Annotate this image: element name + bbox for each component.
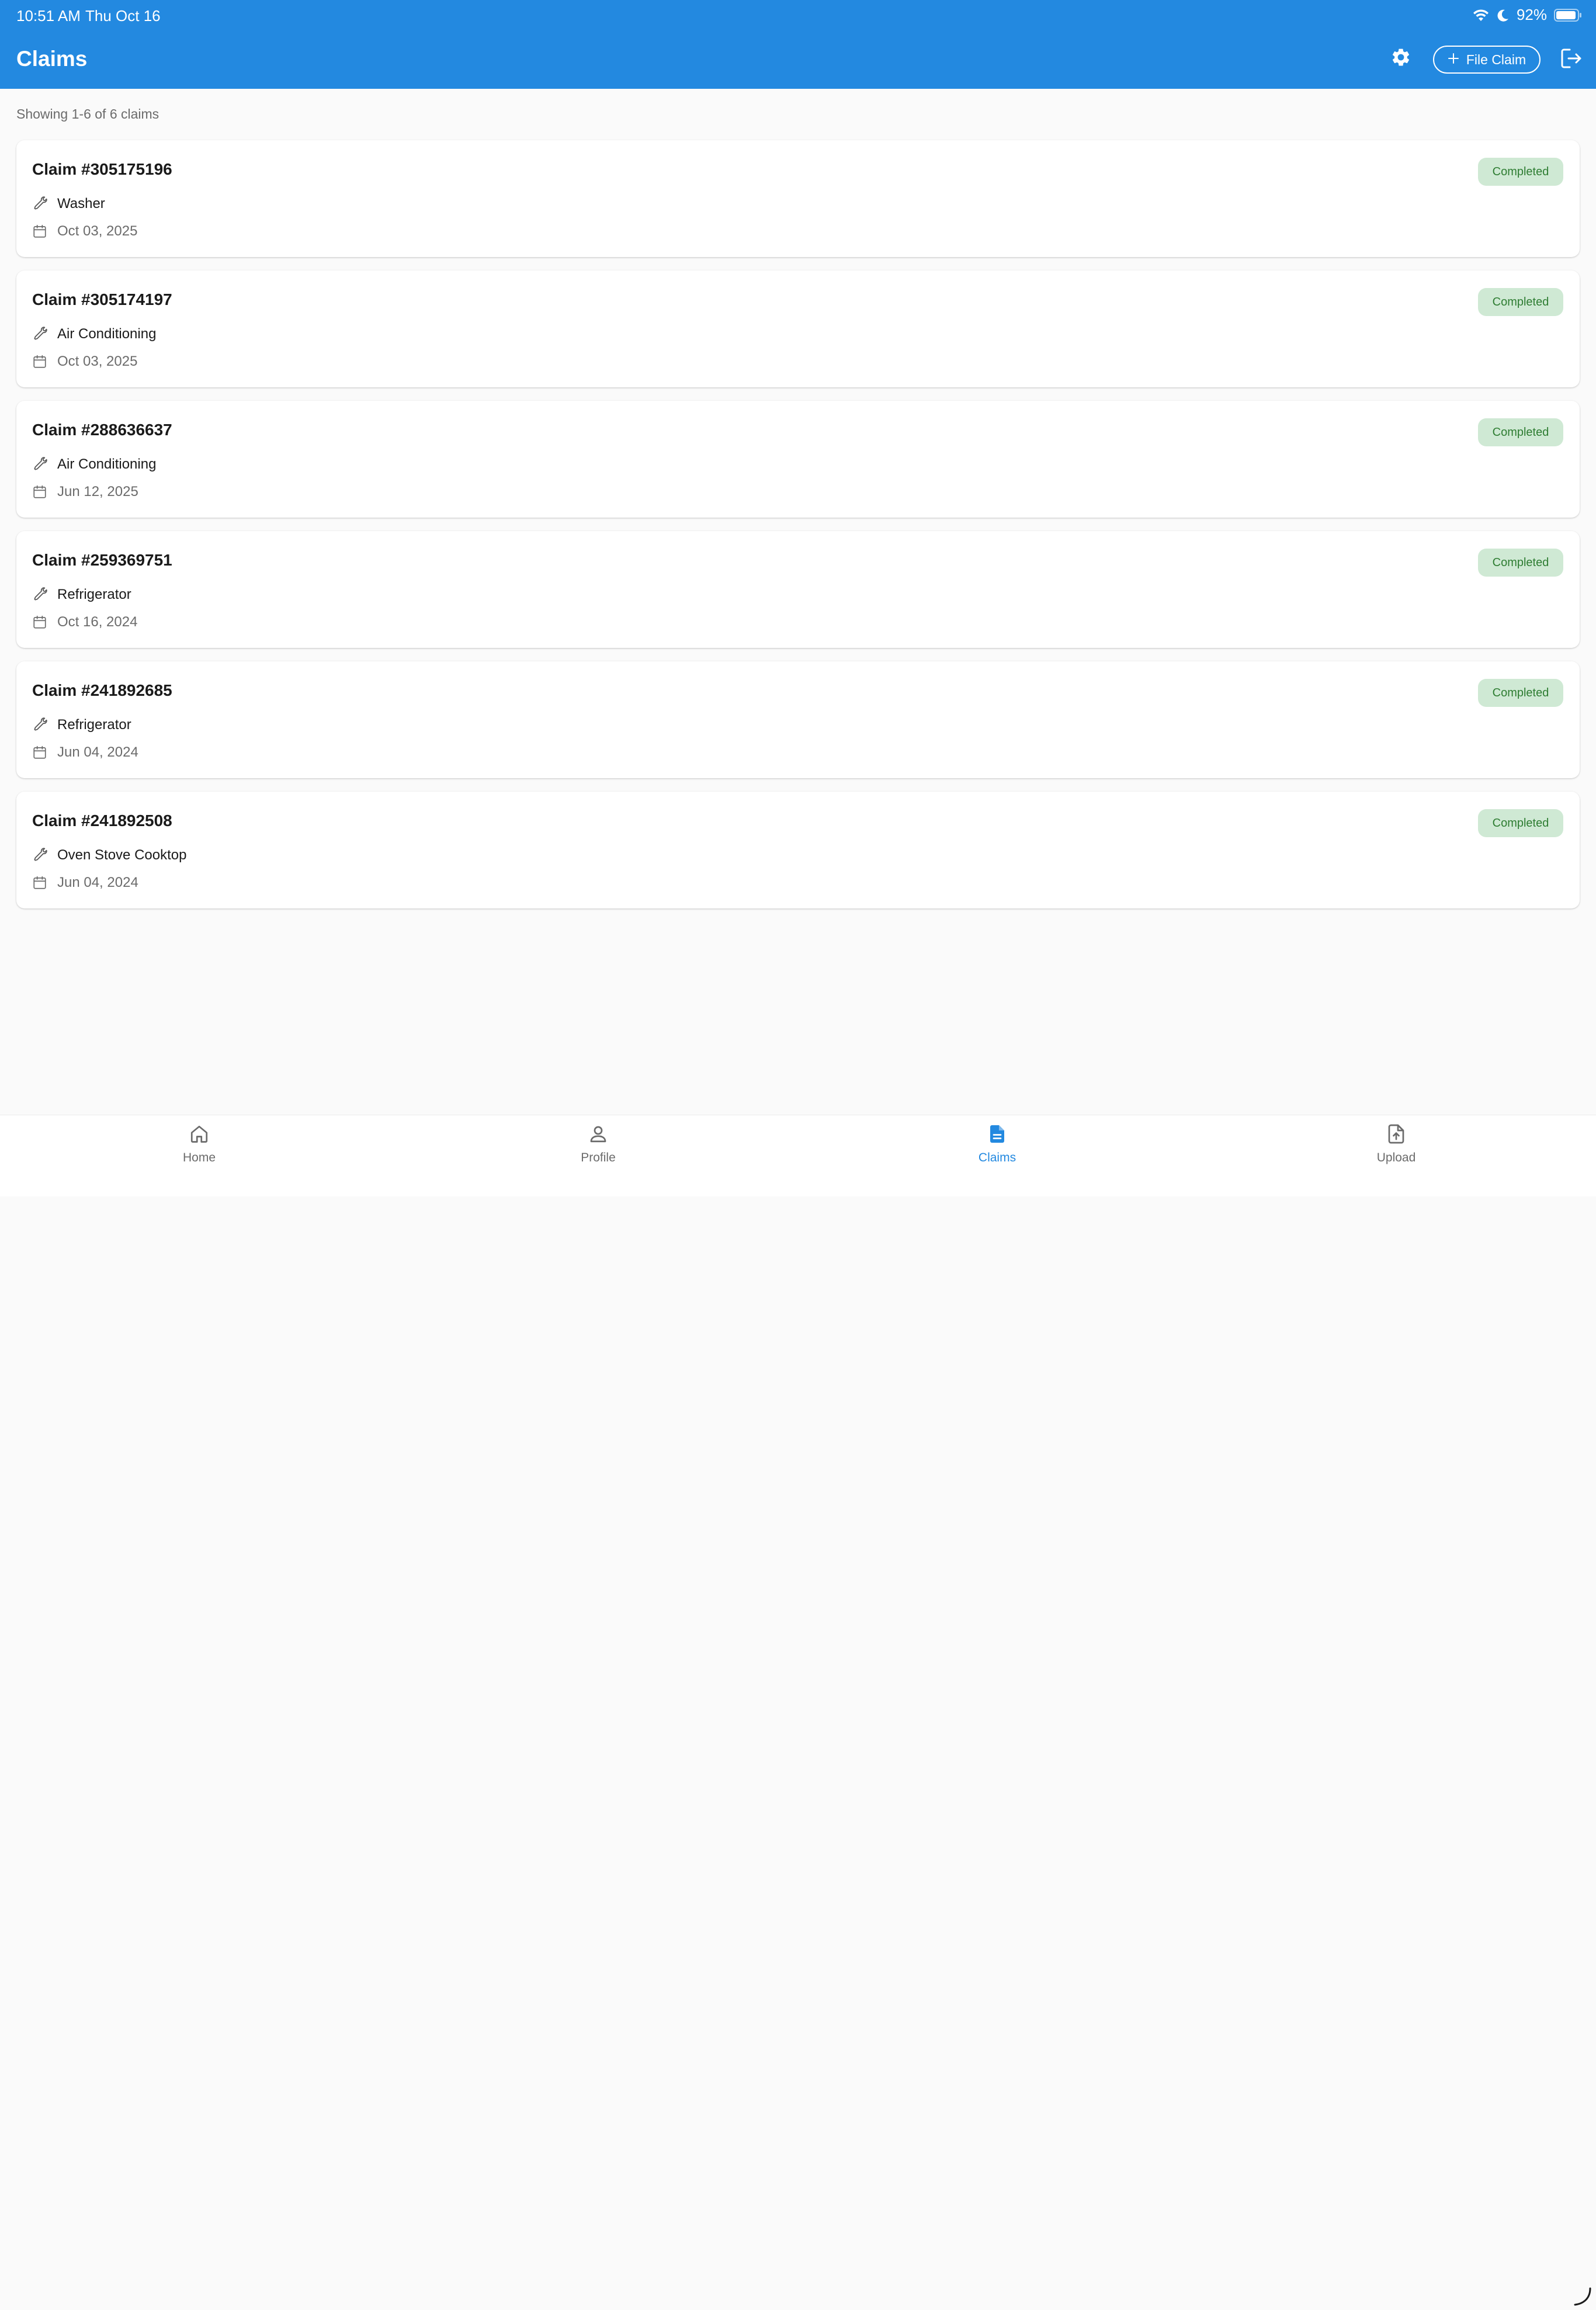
claim-card[interactable]: Claim #259369751 Refrigerator Oct 16, 20…	[16, 531, 1580, 648]
wrench-icon	[32, 327, 47, 342]
plus-icon	[1448, 52, 1459, 68]
logout-button[interactable]	[1559, 48, 1584, 71]
calendar-icon	[32, 875, 47, 890]
claim-appliance: Air Conditioning	[57, 326, 157, 342]
nav-label-home: Home	[182, 1151, 216, 1164]
claim-date: Oct 03, 2025	[57, 223, 138, 239]
claim-card[interactable]: Claim #241892508 Oven Stove Cooktop Jun …	[16, 792, 1580, 908]
battery-icon	[1554, 8, 1582, 22]
claim-number: Claim #241892508	[32, 811, 172, 830]
claim-date: Jun 04, 2024	[57, 875, 138, 890]
file-claim-button[interactable]: File Claim	[1433, 46, 1541, 74]
status-date: Thu Oct 16	[85, 7, 161, 25]
claim-date-row: Jun 04, 2024	[32, 744, 138, 761]
nav-label-profile: Profile	[581, 1151, 616, 1164]
wrench-icon	[32, 717, 47, 733]
claim-appliance-row: Refrigerator	[32, 587, 131, 603]
claim-number: Claim #241892685	[32, 681, 172, 699]
home-icon	[189, 1123, 210, 1147]
nav-label-claims: Claims	[978, 1151, 1016, 1164]
loading-arc-icon	[1571, 2286, 1592, 2307]
app-header: 10:51 AM Thu Oct 16 92% Claims File Clai…	[0, 0, 1596, 89]
wifi-icon	[1472, 8, 1490, 22]
claim-number: Claim #305175196	[32, 160, 172, 178]
claim-card[interactable]: Claim #305174197 Air Conditioning Oct 03…	[16, 270, 1580, 387]
gear-icon	[1390, 47, 1411, 71]
nav-item-profile[interactable]: Profile	[540, 1123, 657, 1170]
status-badge: Completed	[1478, 549, 1563, 577]
claim-appliance: Refrigerator	[57, 717, 131, 733]
wrench-icon	[32, 587, 47, 602]
status-badge: Completed	[1478, 809, 1563, 837]
claims-list: Claim #305175196 Washer Oct 03, 2025 Com…	[16, 140, 1580, 922]
status-badge: Completed	[1478, 158, 1563, 186]
claim-date-row: Oct 16, 2024	[32, 614, 137, 630]
claim-appliance: Oven Stove Cooktop	[57, 847, 187, 863]
claim-appliance: Washer	[57, 196, 105, 211]
calendar-icon	[32, 354, 47, 369]
document-icon	[987, 1123, 1008, 1147]
claim-date: Jun 04, 2024	[57, 744, 138, 760]
claim-appliance-row: Air Conditioning	[32, 456, 156, 473]
calendar-icon	[32, 484, 47, 500]
nav-item-home[interactable]: Home	[141, 1123, 258, 1170]
wrench-icon	[32, 848, 47, 863]
calendar-icon	[32, 745, 47, 760]
calendar-icon	[32, 224, 47, 239]
claim-card[interactable]: Claim #305175196 Washer Oct 03, 2025 Com…	[16, 140, 1580, 257]
wrench-icon	[32, 196, 47, 211]
claim-appliance-row: Air Conditioning	[32, 326, 156, 342]
status-badge: Completed	[1478, 288, 1563, 316]
moon-icon	[1497, 8, 1510, 22]
claim-date-row: Oct 03, 2025	[32, 223, 137, 240]
status-time: 10:51 AM	[16, 7, 81, 25]
status-badge: Completed	[1478, 679, 1563, 707]
claim-number: Claim #259369751	[32, 551, 172, 569]
claim-appliance: Air Conditioning	[57, 456, 157, 472]
claim-appliance: Refrigerator	[57, 587, 131, 602]
nav-label-upload: Upload	[1376, 1151, 1416, 1164]
file-claim-label: File Claim	[1466, 51, 1526, 67]
claim-date-row: Jun 12, 2025	[32, 484, 138, 500]
person-icon	[588, 1123, 609, 1147]
claim-date: Oct 03, 2025	[57, 353, 138, 369]
claim-appliance-row: Oven Stove Cooktop	[32, 847, 186, 863]
claim-appliance-row: Refrigerator	[32, 717, 131, 733]
claim-date: Oct 16, 2024	[57, 614, 138, 630]
status-badge: Completed	[1478, 418, 1563, 446]
nav-item-upload[interactable]: Upload	[1338, 1123, 1455, 1170]
claim-appliance-row: Washer	[32, 196, 105, 212]
claim-date-row: Jun 04, 2024	[32, 875, 138, 891]
claim-date-row: Oct 03, 2025	[32, 353, 137, 370]
status-indicators: 92%	[1472, 6, 1582, 24]
claim-date: Jun 12, 2025	[57, 484, 138, 500]
nav-item-claims[interactable]: Claims	[939, 1123, 1056, 1170]
claim-card[interactable]: Claim #241892685 Refrigerator Jun 04, 20…	[16, 661, 1580, 778]
calendar-icon	[32, 615, 47, 630]
settings-button[interactable]	[1389, 47, 1413, 70]
battery-percent: 92%	[1516, 6, 1547, 23]
logout-icon	[1560, 48, 1583, 72]
upload-file-icon	[1386, 1123, 1407, 1147]
status-bar: 10:51 AM Thu Oct 16 92%	[0, 0, 1596, 33]
claim-number: Claim #305174197	[32, 290, 172, 308]
page-title: Claims	[16, 47, 88, 71]
claim-card[interactable]: Claim #288636637 Air Conditioning Jun 12…	[16, 401, 1580, 518]
claim-number: Claim #288636637	[32, 421, 172, 439]
wrench-icon	[32, 457, 47, 472]
bottom-navigation: Home Profile Claims Upload	[0, 1115, 1596, 2306]
results-summary: Showing 1-6 of 6 claims	[16, 106, 159, 122]
